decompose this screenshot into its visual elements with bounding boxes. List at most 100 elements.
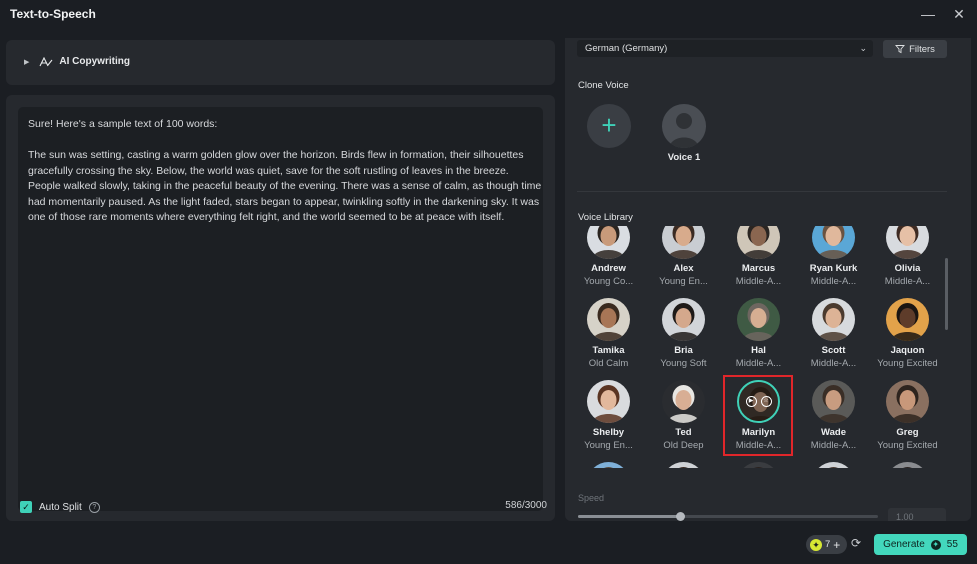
- voice-name: Ryan Kurk: [809, 263, 858, 274]
- coin-icon: ✦: [810, 538, 822, 551]
- voice-name: Alex: [673, 263, 694, 274]
- voice-description: Middle-A...: [810, 440, 857, 451]
- voice-description: Young Soft: [660, 358, 707, 369]
- voice-card[interactable]: Andrew Young Co...: [571, 226, 646, 296]
- clone-voice-title: Clone Voice: [578, 80, 629, 91]
- voice-card[interactable]: [646, 462, 721, 468]
- help-icon[interactable]: ?: [88, 501, 100, 513]
- generate-label: Generate: [883, 539, 925, 550]
- voice-card[interactable]: Tamika Old Calm: [571, 298, 646, 378]
- speed-slider[interactable]: [578, 512, 878, 521]
- voice-library-title: Voice Library: [578, 212, 633, 223]
- add-clone-voice-button[interactable]: +: [587, 104, 631, 148]
- voice-card[interactable]: Wade Middle-A...: [796, 380, 871, 460]
- speed-slider-fill: [578, 515, 680, 518]
- voice-avatar[interactable]: [812, 298, 855, 341]
- voice-avatar[interactable]: [886, 380, 929, 423]
- voice-name: Scott: [821, 345, 846, 356]
- voice-description: Middle-A...: [810, 358, 857, 369]
- voice-avatar[interactable]: [662, 298, 705, 341]
- voice-name: Bria: [674, 345, 693, 356]
- clone-voice-avatar[interactable]: [662, 104, 706, 148]
- voice-card[interactable]: Bria Young Soft: [646, 298, 721, 378]
- ai-copywriting-toggle[interactable]: ▶ AI Copywriting: [24, 56, 130, 67]
- voice-avatar[interactable]: [737, 226, 780, 259]
- voice-card[interactable]: Jaquon Young Excited: [870, 298, 945, 378]
- credits-badge[interactable]: ✦ 7 +: [806, 535, 847, 554]
- voice-avatar[interactable]: [812, 226, 855, 259]
- voice-name: Jaquon: [890, 345, 925, 356]
- voice-card[interactable]: [870, 462, 945, 468]
- voice-avatar[interactable]: [662, 380, 705, 423]
- voice-avatar[interactable]: [737, 298, 780, 341]
- voice-card[interactable]: Marcus Middle-A...: [721, 226, 796, 296]
- voice-card[interactable]: Shelby Young En...: [571, 380, 646, 460]
- voice-description: Middle-A...: [810, 276, 857, 287]
- minimize-button[interactable]: —: [917, 4, 939, 24]
- voice-name: Shelby: [592, 427, 625, 438]
- voice-avatar[interactable]: [662, 226, 705, 259]
- voice-description: Old Calm: [588, 358, 629, 369]
- voice-name: Hal: [751, 345, 766, 356]
- speed-label: Speed: [578, 493, 605, 503]
- text-editor[interactable]: Sure! Here's a sample text of 100 words:…: [18, 107, 543, 511]
- speed-value-input[interactable]: 1.00: [888, 508, 946, 521]
- voice-avatar[interactable]: [587, 298, 630, 341]
- voice-card[interactable]: Ryan Kurk Middle-A...: [796, 226, 871, 296]
- voice-description: Middle-A...: [735, 276, 782, 287]
- voice-avatar[interactable]: [886, 298, 929, 341]
- voice-card[interactable]: Hal Middle-A...: [721, 298, 796, 378]
- voice-description: Young Excited: [877, 358, 938, 369]
- title-bar: Text-to-Speech — ✕: [0, 0, 977, 28]
- voice-avatar[interactable]: [587, 462, 630, 468]
- filters-label: Filters: [909, 43, 935, 55]
- voice-card[interactable]: Scott Middle-A...: [796, 298, 871, 378]
- generate-button[interactable]: Generate ✦ 55: [874, 534, 967, 555]
- close-button[interactable]: ✕: [948, 4, 970, 24]
- voice-card[interactable]: Ted Old Deep: [646, 380, 721, 460]
- voice-avatar[interactable]: [587, 226, 630, 259]
- voice-card[interactable]: [721, 462, 796, 468]
- voice-avatar[interactable]: [812, 462, 855, 468]
- voice-name: Marcus: [741, 263, 776, 274]
- ai-copywriting-panel: ▶ AI Copywriting: [6, 40, 555, 85]
- voice-name: Ted: [675, 427, 692, 438]
- voice-avatar[interactable]: [886, 462, 929, 468]
- auto-split-row: ✓ Auto Split ?: [20, 501, 100, 513]
- voice-card[interactable]: [796, 462, 871, 468]
- voice-avatar[interactable]: [886, 226, 929, 259]
- refresh-icon[interactable]: ⟳: [851, 536, 861, 550]
- coin-icon: ✦: [930, 539, 941, 550]
- voice-avatar[interactable]: [737, 462, 780, 468]
- auto-split-checkbox[interactable]: ✓: [20, 501, 32, 513]
- language-select[interactable]: German (Germany) ⌄: [577, 40, 873, 57]
- voice-card[interactable]: [571, 462, 646, 468]
- voice-name: Tamika: [592, 345, 625, 356]
- divider: [577, 191, 947, 192]
- voice-card[interactable]: Alex Young En...: [646, 226, 721, 296]
- language-value: German (Germany): [585, 43, 668, 54]
- voice-card[interactable]: Greg Young Excited: [870, 380, 945, 460]
- library-scrollbar[interactable]: [945, 258, 948, 330]
- ai-copywriting-label: AI Copywriting: [59, 56, 130, 67]
- voice-avatar[interactable]: [812, 380, 855, 423]
- voice-name: Olivia: [894, 263, 921, 274]
- voice-name: Andrew: [591, 263, 626, 274]
- filters-button[interactable]: Filters: [883, 40, 947, 58]
- window-title: Text-to-Speech: [10, 7, 96, 21]
- clone-voice-name: Voice 1: [667, 152, 701, 163]
- ai-pen-icon: [39, 56, 53, 66]
- voice-name: Greg: [896, 427, 919, 438]
- voice-panel: German (Germany) ⌄ Filters Clone Voice +…: [565, 38, 971, 521]
- voice-name: Wade: [821, 427, 846, 438]
- voice-card[interactable]: Olivia Middle-A...: [870, 226, 945, 296]
- voice-avatar[interactable]: [587, 380, 630, 423]
- voice-description: Young Excited: [877, 440, 938, 451]
- voice-description: Old Deep: [663, 440, 704, 451]
- add-credits-icon[interactable]: +: [833, 538, 840, 552]
- voice-description: Young Co...: [583, 276, 634, 287]
- speed-slider-handle[interactable]: [676, 512, 685, 521]
- voice-avatar[interactable]: [662, 462, 705, 468]
- editor-panel: Sure! Here's a sample text of 100 words:…: [6, 95, 555, 521]
- editor-text[interactable]: Sure! Here's a sample text of 100 words:…: [28, 117, 543, 226]
